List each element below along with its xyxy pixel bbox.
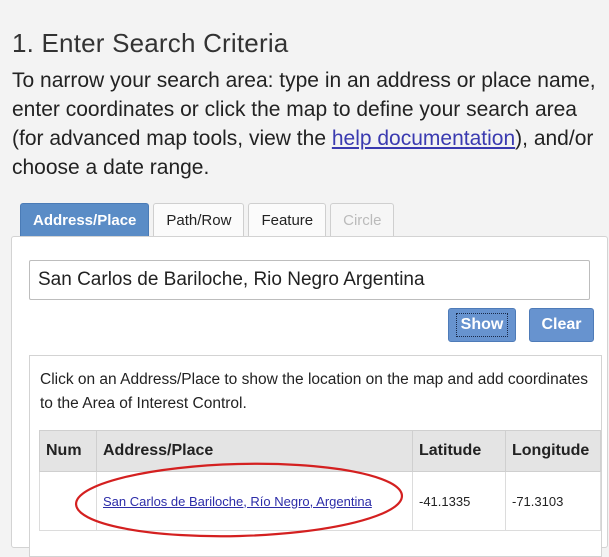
tab-feature[interactable]: Feature [248,203,327,236]
page-title: 1. Enter Search Criteria [12,28,289,58]
clear-button[interactable]: Clear [529,308,594,342]
cell-place: San Carlos de Bariloche, Río Negro, Arge… [96,471,413,531]
results-table: Num Address/Place Latitude Longitude San… [39,430,601,531]
cell-longitude: -71.3103 [505,471,601,531]
results-header-row: Num Address/Place Latitude Longitude [39,430,601,472]
col-header-address-place: Address/Place [96,430,413,472]
tab-address-place[interactable]: Address/Place [20,203,150,236]
col-header-num: Num [39,430,97,472]
results-box: Click on an Address/Place to show the lo… [29,355,602,557]
place-result-link[interactable]: San Carlos de Bariloche, Río Negro, Arge… [103,494,372,509]
results-info: Click on an Address/Place to show the lo… [40,371,589,412]
cell-latitude: -41.1335 [412,471,506,531]
col-header-latitude: Latitude [412,430,506,472]
show-button-label: Show [455,313,509,337]
col-header-longitude: Longitude [505,430,601,472]
show-button[interactable]: Show [448,308,516,342]
cell-num [39,471,97,531]
intro-text: To narrow your search area: type in an a… [12,66,604,182]
tab-circle: Circle [330,203,395,236]
address-search-input[interactable] [29,260,590,300]
help-documentation-link[interactable]: help documentation [332,127,515,150]
tab-path-row[interactable]: Path/Row [153,203,245,236]
address-place-panel: Show Clear Click on an Address/Place to … [11,236,608,557]
table-row[interactable]: San Carlos de Bariloche, Río Negro, Arge… [39,471,601,531]
search-tabs: Address/Place Path/Row Feature Circle [20,203,395,237]
